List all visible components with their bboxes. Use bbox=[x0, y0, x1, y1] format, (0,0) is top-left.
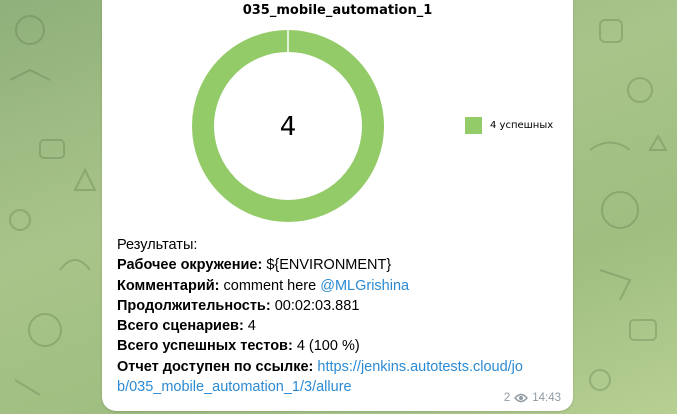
duration-value: 00:02:03.881 bbox=[270, 297, 360, 314]
duration-label: Продолжительность: bbox=[117, 297, 271, 314]
donut-chart: 4 bbox=[192, 30, 384, 222]
passed-line: Всего успешных тестов: 4 (100 %) bbox=[117, 336, 567, 356]
legend-swatch bbox=[465, 117, 482, 134]
donut-center-value: 4 bbox=[280, 112, 297, 142]
message-time: 14:43 bbox=[532, 392, 561, 404]
scenarios-line: Всего сценариев: 4 bbox=[117, 316, 567, 336]
report-link-part1[interactable]: https://jenkins.autotests.cloud/jo bbox=[313, 359, 523, 375]
scenarios-label: Всего сценариев: bbox=[117, 318, 244, 335]
view-count: 2 bbox=[503, 392, 511, 404]
chart-title: 035_mobile_automation_1 bbox=[242, 3, 433, 18]
scenarios-value: 4 bbox=[243, 318, 256, 335]
report-line: Отчет доступен по ссылке: https://jenkin… bbox=[117, 357, 567, 377]
message-meta: 2 14:43 bbox=[504, 392, 561, 404]
passed-value: 4 (100 %) bbox=[292, 338, 360, 355]
report-line-2: b/035_mobile_automation_1/3/allure bbox=[117, 377, 567, 397]
results-heading: Результаты: bbox=[117, 237, 198, 253]
message-bubble: 035_mobile_automation_1 4 4 успешных Рез… bbox=[102, 0, 573, 411]
comment-label: Комментарий: bbox=[117, 277, 220, 294]
environment-value: ${ENVIRONMENT} bbox=[262, 257, 392, 274]
duration-line: Продолжительность: 00:02:03.881 bbox=[117, 296, 567, 316]
chart-legend: 4 успешных bbox=[465, 117, 553, 134]
legend-label: 4 успешных bbox=[490, 120, 554, 131]
eye-icon bbox=[514, 393, 529, 403]
environment-line: Рабочее окружение: ${ENVIRONMENT} bbox=[117, 255, 567, 275]
message-text: Результаты: Рабочее окружение: ${ENVIRON… bbox=[117, 235, 567, 397]
report-label: Отчет доступен по ссылке: bbox=[117, 358, 314, 375]
comment-line: Комментарий: comment here @MLGrishina bbox=[117, 276, 567, 296]
environment-label: Рабочее окружение: bbox=[117, 257, 263, 274]
comment-value: comment here bbox=[219, 277, 321, 294]
mention-link[interactable]: @MLGrishina bbox=[320, 278, 409, 294]
report-link-part2[interactable]: b/035_mobile_automation_1/3/allure bbox=[117, 379, 352, 395]
passed-label: Всего успешных тестов: bbox=[117, 338, 293, 355]
